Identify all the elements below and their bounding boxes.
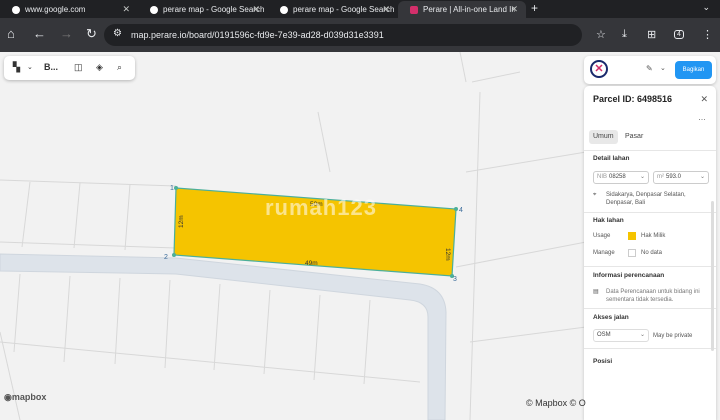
chevron-down-icon: ⌄ xyxy=(639,332,645,338)
panel-header: ✕ ✎ ⌄ Bagikan xyxy=(584,56,716,84)
watermark-logo: rumah123 xyxy=(265,195,377,220)
google-icon xyxy=(280,5,288,14)
access-value: May be private xyxy=(653,333,693,339)
area-select[interactable]: m² 593.0 ⌄ xyxy=(653,171,709,184)
address-bar[interactable]: ⚙ map.perare.io/board/0191596c-fd9e-7e39… xyxy=(104,24,582,46)
close-icon[interactable]: ✕ xyxy=(122,4,130,15)
translate-icon[interactable]: ⊞ xyxy=(647,28,656,41)
bookmark-star-icon[interactable]: ☆ xyxy=(596,28,606,41)
nib-unit: NIB xyxy=(597,174,608,180)
more-icon[interactable]: … xyxy=(698,113,706,122)
divider xyxy=(584,212,716,213)
vertex-label-1: 1 xyxy=(170,185,174,192)
planning-text: Data Perencanaan untuk bidang ini sement… xyxy=(606,289,700,303)
perare-logo[interactable]: ✕ xyxy=(590,60,608,78)
site-info-icon[interactable]: ⚙ xyxy=(113,28,122,39)
parcel-info-panel: Parcel ID: 6498516 ✕ … Umum Pasar Detail… xyxy=(584,86,716,420)
tab-title: Perare | All-in-one Land Info xyxy=(423,5,515,14)
browser-toolbar: ⌂ ← → ↻ ⚙ map.perare.io/board/0191596c-f… xyxy=(0,18,720,52)
edge-label-right: 12m xyxy=(444,248,451,261)
map-layers-icon[interactable]: ▚ xyxy=(13,62,20,73)
chevron-down-icon[interactable]: ⌄ xyxy=(702,2,710,13)
mapbox-logo[interactable]: ◉mapbox xyxy=(4,392,46,403)
vertex-label-4: 4 xyxy=(459,207,463,214)
url-text: map.perare.io/board/0191596c-fd9e-7e39-a… xyxy=(131,30,384,40)
search-icon[interactable]: ⌕ xyxy=(117,62,122,73)
map-toolbar: ▚ ⌄ B... ◫ ◈ ⌕ xyxy=(4,56,135,80)
manage-label: Manage xyxy=(593,250,615,256)
download-icon[interactable]: ⤓ xyxy=(622,28,627,41)
close-icon[interactable]: ✕ xyxy=(382,4,390,15)
manage-color-swatch xyxy=(628,249,636,257)
stack-icon[interactable]: ◈ xyxy=(96,62,103,73)
divider xyxy=(584,150,716,151)
access-select-value: OSM xyxy=(597,332,611,338)
close-icon[interactable]: ✕ xyxy=(700,94,708,105)
road xyxy=(0,253,447,420)
usage-color-swatch xyxy=(628,232,636,240)
google-icon xyxy=(12,5,20,14)
browser-tab-active[interactable]: Perare | All-in-one Land Info ✕ xyxy=(398,1,526,18)
nib-select[interactable]: NIB 08258 ⌄ xyxy=(593,171,649,184)
browser-tab-strip: www.google.com ✕ perare map - Google Sea… xyxy=(0,0,720,18)
browser-tab[interactable]: perare map - Google Search ✕ xyxy=(138,1,268,18)
divider xyxy=(584,348,716,349)
map-canvas[interactable]: 1 2 3 4 50m 49m 12m 12m rumah123 ▚ ⌄ B..… xyxy=(0,52,720,420)
edge-label-bottom: 49m xyxy=(305,260,318,267)
vertex-marker[interactable] xyxy=(172,253,176,257)
tab-title: www.google.com xyxy=(25,5,86,14)
rights-title: Hak lahan xyxy=(593,217,624,224)
manage-value: No data xyxy=(641,250,663,256)
more-menu-icon[interactable]: ⋮ xyxy=(702,28,713,41)
map-attribution[interactable]: © Mapbox © O xyxy=(526,398,586,408)
perare-icon xyxy=(410,5,418,14)
back-icon[interactable]: ← xyxy=(33,27,46,41)
chevron-down-icon: ⌄ xyxy=(639,174,645,180)
next-section-title: Posisi xyxy=(593,358,613,365)
vertex-marker[interactable] xyxy=(454,207,458,211)
divider xyxy=(584,308,716,309)
profile-badge[interactable]: 4 xyxy=(674,30,684,39)
usage-value: Hak Milik xyxy=(641,233,666,239)
forward-icon[interactable]: → xyxy=(60,27,73,41)
edge-label-left: 12m xyxy=(178,215,185,228)
vertex-label-3: 3 xyxy=(453,276,457,283)
area-value: 593.0 xyxy=(666,174,682,180)
browser-tab[interactable]: perare map - Google Search ✕ xyxy=(268,1,398,18)
usage-label: Usage xyxy=(593,233,611,239)
parcel-id: Parcel ID: 6498516 xyxy=(593,94,673,104)
reload-icon[interactable]: ↻ xyxy=(86,27,97,41)
share-button[interactable]: Bagikan xyxy=(675,61,712,79)
home-icon[interactable]: ⌂ xyxy=(7,27,15,41)
chevron-down-icon: ⌄ xyxy=(699,174,705,180)
nib-value: 08258 xyxy=(609,174,626,180)
tab-pasar[interactable]: Pasar xyxy=(621,130,647,144)
browser-tab[interactable]: www.google.com ✕ xyxy=(0,1,138,18)
vertex-label-2: 2 xyxy=(164,254,168,261)
access-select[interactable]: OSM ⌄ xyxy=(593,329,649,342)
planning-title: Informasi perencanaan xyxy=(593,272,665,279)
vertex-marker[interactable] xyxy=(174,186,178,190)
chevron-down-icon[interactable]: ⌄ xyxy=(660,64,666,72)
access-title: Akses jalan xyxy=(593,314,629,321)
panel-scrollbar[interactable] xyxy=(711,201,714,351)
document-icon: ▤ xyxy=(593,289,599,295)
tab-umum[interactable]: Umum xyxy=(589,130,618,144)
tab-title: perare map - Google Search xyxy=(293,5,395,14)
book-icon[interactable]: ◫ xyxy=(74,62,83,73)
location-pin-icon: ⌖ xyxy=(593,192,597,198)
board-name[interactable]: B... xyxy=(44,62,58,72)
close-icon[interactable]: ✕ xyxy=(252,4,260,15)
google-icon xyxy=(150,5,158,14)
area-unit: m² xyxy=(657,174,664,180)
new-tab-button[interactable]: + xyxy=(531,1,538,15)
mapbox-icon: ◉ xyxy=(4,392,12,402)
detail-title: Detail lahan xyxy=(593,155,630,162)
pen-icon[interactable]: ✎ xyxy=(646,64,653,73)
close-icon[interactable]: ✕ xyxy=(510,4,518,15)
chevron-down-icon[interactable]: ⌄ xyxy=(27,63,33,71)
address-text: Sidakarya, Denpasar Selatan, Denpasar, B… xyxy=(606,192,686,206)
divider xyxy=(584,266,716,267)
tab-title: perare map - Google Search xyxy=(163,5,265,14)
